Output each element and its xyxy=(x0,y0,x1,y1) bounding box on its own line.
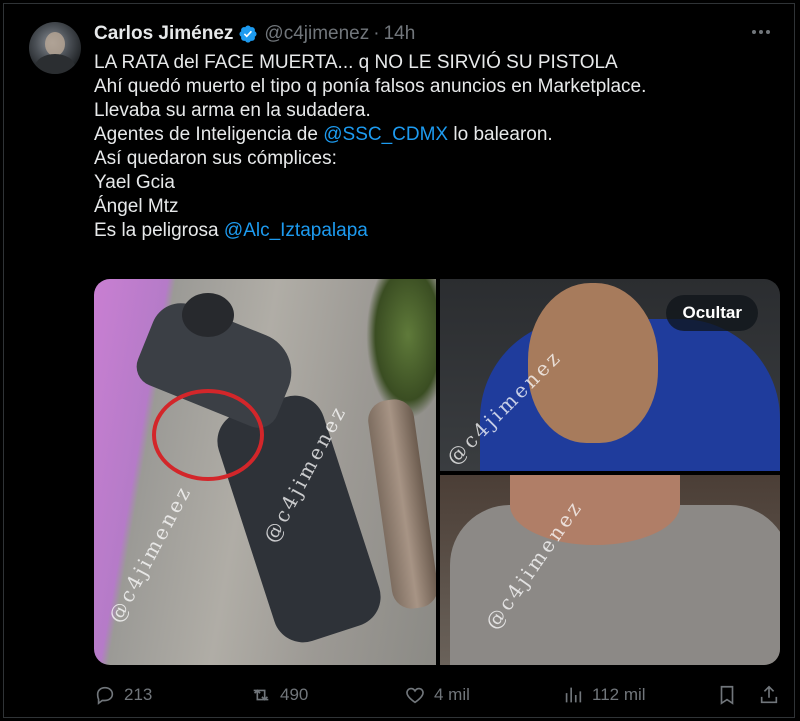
author-name[interactable]: Carlos Jiménez xyxy=(94,23,233,45)
separator: · xyxy=(373,23,380,44)
avatar[interactable] xyxy=(29,22,81,74)
mention-link[interactable]: @SSC_CDMX xyxy=(323,124,448,145)
timestamp[interactable]: 14h xyxy=(384,23,416,45)
reply-button[interactable]: 213 xyxy=(94,684,152,706)
views-button[interactable]: 112 mil xyxy=(562,684,646,706)
media-grid: @c4jimenez @c4jimenez @c4jimenez Ocultar… xyxy=(94,279,780,665)
tweet-line: Es la peligrosa @Alc_Iztapalapa xyxy=(94,219,646,243)
tweet-card: Carlos Jiménez @c4jimenez · 14h LA RATA … xyxy=(3,3,795,718)
tweet-line: Ángel Mtz xyxy=(94,196,179,217)
media-image-1[interactable]: @c4jimenez @c4jimenez xyxy=(94,279,436,665)
reply-count: 213 xyxy=(124,685,153,704)
tweet-line: Así quedaron sus cómplices: xyxy=(94,148,337,169)
share-icon xyxy=(760,685,778,704)
watermark: @c4jimenez xyxy=(103,480,197,627)
views-icon xyxy=(565,687,582,703)
tweet-line: LA RATA del FACE MUERTA... q NO LE SIRVI… xyxy=(94,52,618,73)
media-image-2[interactable]: @c4jimenez Ocultar xyxy=(440,279,780,471)
repost-button[interactable]: 490 xyxy=(250,684,308,706)
bookmark-button[interactable] xyxy=(716,684,746,706)
like-button[interactable]: 4 mil xyxy=(404,684,470,706)
tweet-line: Ahí quedó muerto el tipo q ponía falsos … xyxy=(94,76,647,97)
tweet-line: Yael Gcia xyxy=(94,172,175,193)
line-text: Agentes de Inteligencia de xyxy=(94,124,324,145)
tweet-header: Carlos Jiménez @c4jimenez · 14h xyxy=(94,21,415,47)
repost-icon xyxy=(253,689,269,701)
author-handle[interactable]: @c4jimenez xyxy=(264,23,369,45)
like-count: 4 mil xyxy=(434,685,470,704)
media-image-3[interactable]: @c4jimenez xyxy=(440,475,780,665)
views-count: 112 mil xyxy=(592,685,646,704)
mention-link[interactable]: @Alc_Iztapalapa xyxy=(224,220,368,241)
highlight-circle xyxy=(152,389,264,481)
repost-count: 490 xyxy=(280,685,309,704)
reply-icon xyxy=(96,686,114,705)
line-text: lo balearon. xyxy=(448,124,553,145)
like-icon xyxy=(406,687,424,704)
tweet-text: LA RATA del FACE MUERTA... q NO LE SIRVI… xyxy=(94,51,646,243)
action-bar: 213 490 4 mil 112 mil xyxy=(94,678,780,712)
tweet-line: Agentes de Inteligencia de @SSC_CDMX lo … xyxy=(94,123,646,147)
more-icon[interactable] xyxy=(752,30,770,34)
hide-button[interactable]: Ocultar xyxy=(666,295,758,331)
tweet-line: Llevaba su arma en la sudadera. xyxy=(94,100,371,121)
verified-icon xyxy=(239,25,257,43)
bookmark-icon xyxy=(720,685,734,705)
share-button[interactable] xyxy=(758,684,788,706)
line-text: Es la peligrosa xyxy=(94,220,224,241)
